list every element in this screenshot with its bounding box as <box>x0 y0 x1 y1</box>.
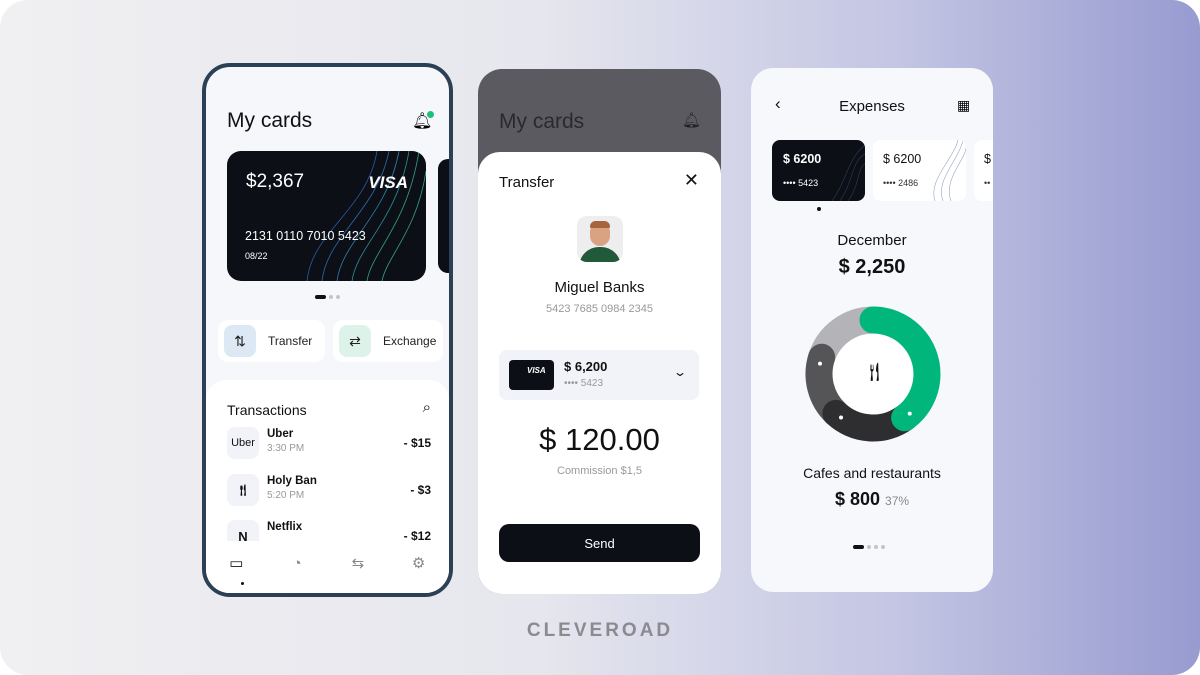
transfer-label: Transfer <box>268 334 313 348</box>
exchange-arrows-icon: ⇄ <box>339 325 371 357</box>
mini-card-peek[interactable]: $ •• <box>974 140 993 201</box>
page-title: My cards <box>227 109 313 132</box>
month-total: $ 2,250 <box>838 256 906 278</box>
card-number: 2131 0110 7010 5423 <box>245 229 366 243</box>
fork-knife-icon: 🍴︎ <box>863 362 886 382</box>
card-expiry: 08/22 <box>245 251 268 261</box>
uber-logo: Uber <box>227 427 259 459</box>
mini-card-selected[interactable]: $ 6200 •••• 5423 <box>772 140 865 201</box>
transaction-name: Uber <box>267 428 294 440</box>
card-balance: $2,367 <box>246 171 305 192</box>
recipient-card: 5423 7685 0984 2345 <box>545 303 654 315</box>
sheet-title: Transfer <box>499 174 555 191</box>
source-last4: •••• 5423 <box>564 378 604 389</box>
cards-icon[interactable]: ▭ <box>221 554 251 585</box>
segment-marker <box>818 361 823 366</box>
visa-card-thumb: VISA <box>509 360 554 390</box>
page-title: My cards <box>499 110 585 133</box>
fork-knife-icon: 🍴︎ <box>227 474 259 506</box>
expenses-screen: ‹ Expenses ▦ $ 6200 •••• 5423 $ 6200 •••… <box>751 68 993 592</box>
month-label: December <box>837 232 907 249</box>
bell-icon[interactable]: 🔔︎ <box>682 111 701 129</box>
category-percent: 37% <box>885 494 910 508</box>
chevron-down-icon: ⌄ <box>672 365 688 379</box>
commission-text: Commission $1,5 <box>557 465 642 477</box>
send-button[interactable]: Send <box>499 524 700 562</box>
transaction-time: 5:20 PM <box>267 490 305 501</box>
card-amount: $ <box>984 152 991 166</box>
category-amount: $ 800 <box>834 489 880 509</box>
transaction-amount: - $3 <box>410 483 431 497</box>
notification-dot <box>427 111 435 118</box>
transactions-title: Transactions <box>227 402 307 418</box>
recipient-name: Miguel Banks <box>554 279 645 296</box>
transaction-name: Netflix <box>267 521 303 533</box>
bank-card[interactable]: $2,367 VISA 2131 0110 7010 5423 08/22 <box>227 151 426 281</box>
exchange-button[interactable]: ⇄ Exchange <box>333 320 443 362</box>
cleveroad-logo: CLEVEROAD <box>526 620 674 641</box>
source-amount: $ 6,200 <box>564 359 608 374</box>
card-last4: •• <box>984 178 991 188</box>
chart-icon[interactable]: ◔ <box>282 555 312 572</box>
transfer-screen: My cards 🔔︎ Transfer ✕ Miguel Banks 5423… <box>478 69 721 594</box>
segment-marker <box>907 411 912 416</box>
bell-icon[interactable]: 🔔︎ <box>412 111 435 131</box>
card-amount: $ 6200 <box>883 152 922 166</box>
bottom-nav: ▭ ◔ ⇆ ⚙︎ <box>206 541 449 593</box>
transfer-sheet: Transfer ✕ Miguel Banks 5423 7685 0984 2… <box>478 152 721 594</box>
selected-dot <box>817 207 821 211</box>
category-total: $ 800 37% <box>751 489 993 510</box>
settings-icon[interactable]: ⚙︎ <box>404 554 434 572</box>
category-name: Cafes and restaurants <box>803 465 941 481</box>
transaction-row[interactable]: Uber Uber 3:30 PM - $15 <box>227 427 431 467</box>
transfer-amount[interactable]: $ 120.00 <box>478 422 721 458</box>
transfer-arrows-icon: ⇅ <box>224 325 256 357</box>
source-card-select[interactable]: VISA $ 6,200 •••• 5423 ⌄ <box>499 350 699 400</box>
mini-card[interactable]: $ 6200 •••• 2486 <box>873 140 966 201</box>
transfer-button[interactable]: ⇅ Transfer <box>218 320 325 362</box>
visa-logo: VISA <box>368 173 408 192</box>
card-amount: $ 6200 <box>783 152 822 166</box>
next-card-peek[interactable] <box>438 159 449 273</box>
card-last4: •••• 5423 <box>783 178 819 188</box>
avatar <box>577 216 623 262</box>
exchange-label: Exchange <box>383 334 437 348</box>
card-pattern <box>933 140 966 201</box>
transaction-time: 3:30 PM <box>267 443 305 454</box>
segment-marker <box>839 415 844 420</box>
search-icon[interactable]: ⌕ <box>423 399 431 416</box>
close-icon[interactable]: ✕ <box>684 170 699 191</box>
card-last4: •••• 2486 <box>883 178 919 188</box>
carousel-dots <box>853 545 885 549</box>
transaction-row[interactable]: 🍴︎ Holy Ban 5:20 PM - $3 <box>227 474 431 514</box>
exchange-icon[interactable]: ⇆ <box>343 554 373 572</box>
card-pattern <box>831 144 865 201</box>
transaction-name: Holy Ban <box>267 475 317 487</box>
my-cards-screen: My cards 🔔︎ $2,367 VISA 2131 0110 7010 5… <box>202 63 453 597</box>
carousel-dots <box>315 295 340 299</box>
calendar-icon[interactable]: ▦ <box>957 97 970 114</box>
transaction-amount: - $15 <box>403 436 431 450</box>
